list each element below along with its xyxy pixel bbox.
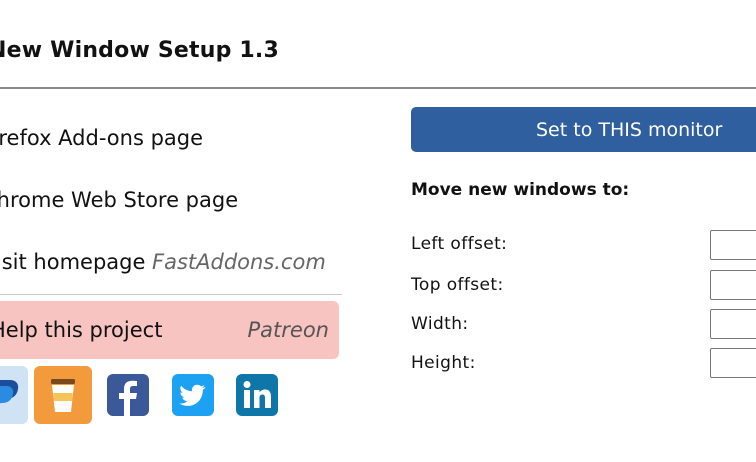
set-to-this-monitor-button[interactable]: Set to THIS monitor — [411, 107, 756, 152]
left-offset-label: Left offset: — [411, 234, 508, 254]
chrome-store-link[interactable]: Chrome Web Store page — [0, 188, 238, 212]
paypal-icon[interactable] — [0, 366, 28, 424]
page-title: New Window Setup 1.3 — [0, 38, 279, 63]
help-project-link[interactable]: Help this project Patreon — [0, 301, 339, 359]
height-label: Height: — [411, 353, 476, 373]
homepage-link-label: Visit homepage — [0, 250, 146, 274]
left-divider — [0, 294, 342, 295]
patreon-label: Patreon — [247, 318, 329, 342]
left-offset-input[interactable] — [710, 230, 756, 260]
chrome-store-link-label: Chrome Web Store page — [0, 188, 239, 212]
firefox-addons-link-label: Firefox Add-ons page — [0, 126, 204, 150]
width-label: Width: — [411, 314, 469, 334]
homepage-link[interactable]: Visit homepage FastAddons.com — [0, 250, 326, 274]
top-offset-input[interactable] — [710, 270, 756, 300]
move-windows-heading: Move new windows to: — [411, 180, 630, 200]
header-divider — [0, 87, 756, 89]
help-project-label: Help this project — [0, 318, 163, 342]
coffee-cup-icon[interactable] — [34, 366, 92, 424]
height-input[interactable] — [710, 348, 756, 378]
top-offset-label: Top offset: — [411, 275, 504, 295]
firefox-addons-link[interactable]: Firefox Add-ons page — [0, 126, 203, 150]
facebook-icon[interactable] — [107, 374, 149, 416]
width-input[interactable] — [710, 309, 756, 339]
homepage-site-label: FastAddons.com — [152, 250, 326, 274]
linkedin-icon[interactable] — [236, 374, 278, 416]
twitter-icon[interactable] — [172, 374, 214, 416]
